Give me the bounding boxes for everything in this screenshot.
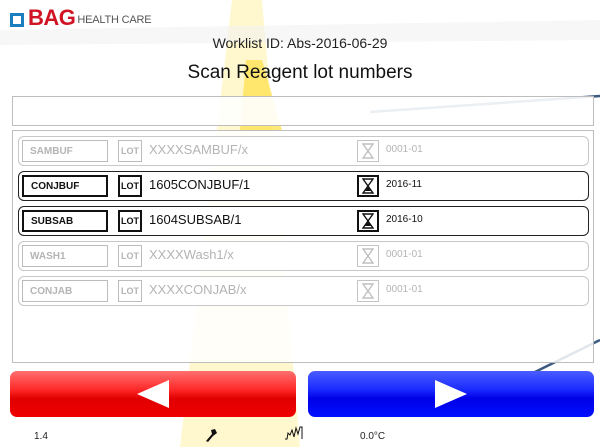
reagent-row[interactable]: SAMBUF LOT XXXXSAMBUF/x 0001-01	[18, 136, 589, 166]
temperature-readout: 0.0°C	[360, 431, 386, 442]
reagent-name: CONJBUF	[22, 175, 108, 197]
expiry-date: 2016-10	[386, 214, 423, 225]
reagent-name: SUBSAB	[22, 210, 108, 232]
brand-logo: BAG HEALTH CARE	[10, 5, 152, 30]
reagent-row[interactable]: CONJAB LOT XXXXCONJAB/x 0001-01	[18, 276, 589, 306]
expiry-date: 2016-11	[386, 179, 422, 190]
lot-number: 1604SUBSAB/1	[149, 212, 242, 227]
page-title: Scan Reagent lot numbers	[187, 62, 413, 83]
lot-number: XXXXWash1/x	[149, 247, 234, 262]
brand-subtitle: HEALTH CARE	[77, 14, 152, 26]
back-button[interactable]	[10, 371, 296, 417]
lot-number: XXXXSAMBUF/x	[149, 142, 248, 157]
hourglass-icon	[357, 210, 379, 232]
lot-tag: LOT	[118, 210, 142, 232]
lot-tag: LOT	[118, 140, 142, 162]
expiry-date: 0001-01	[386, 249, 423, 260]
tool-icon	[206, 429, 217, 442]
expiry-date: 0001-01	[386, 144, 423, 155]
reagent-name: WASH1	[22, 245, 108, 267]
right-arrow-icon	[435, 380, 467, 408]
next-button[interactable]	[308, 371, 594, 417]
lot-tag: LOT	[118, 280, 142, 302]
logo-square-icon	[10, 13, 24, 27]
lot-number: 1605CONJBUF/1	[149, 177, 251, 192]
reagent-name: CONJAB	[22, 280, 108, 302]
lot-tag: LOT	[118, 175, 142, 197]
reagent-name: SAMBUF	[22, 140, 108, 162]
reagent-row[interactable]: WASH1 LOT XXXXWash1/x 0001-01	[18, 241, 589, 271]
reagent-row[interactable]: SUBSAB LOT 1604SUBSAB/1 2016-10	[18, 206, 589, 236]
reagent-row[interactable]: CONJBUF LOT 1605CONJBUF/1 2016-11	[18, 171, 589, 201]
version-label: 1.4	[34, 431, 48, 442]
reagent-list: SAMBUF LOT XXXXSAMBUF/x 0001-01 CONJBUF LOT 16…	[12, 130, 594, 363]
hourglass-icon	[357, 280, 379, 302]
status-bar: 1.4 0.0°C	[0, 423, 600, 447]
hourglass-icon	[357, 140, 379, 162]
worklist-id: Worklist ID: Abs-2016-06-29	[212, 35, 388, 51]
expiry-date: 0001-01	[386, 284, 423, 295]
signal-graph-icon	[285, 426, 303, 440]
scan-input[interactable]	[12, 96, 594, 126]
lot-number: XXXXCONJAB/x	[149, 282, 247, 297]
brand-name: BAG	[28, 5, 76, 30]
left-arrow-icon	[137, 380, 169, 408]
hourglass-icon	[357, 245, 379, 267]
lot-tag: LOT	[118, 245, 142, 267]
hourglass-icon	[357, 175, 379, 197]
